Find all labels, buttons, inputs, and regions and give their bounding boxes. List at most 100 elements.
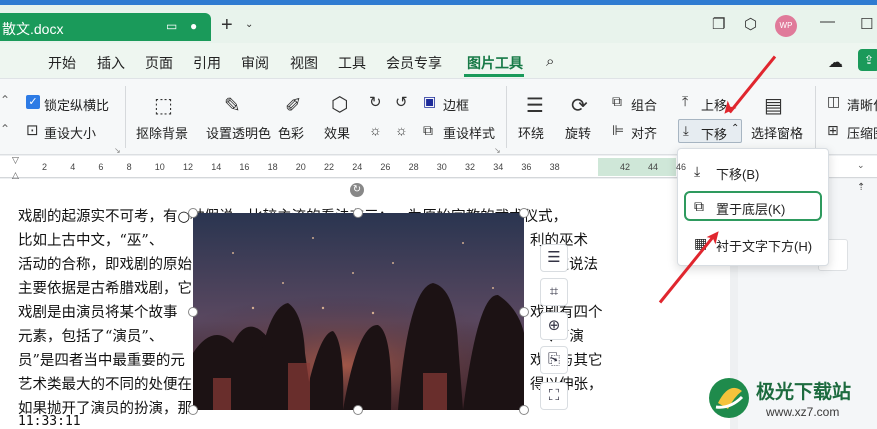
- resize-handle[interactable]: [188, 307, 198, 317]
- ruler-number: 32: [465, 162, 476, 172]
- minimize-icon[interactable]: —: [820, 13, 835, 30]
- expand-icon[interactable]: ↘: [114, 146, 121, 155]
- zoom-in-icon[interactable]: ⊕: [540, 312, 568, 340]
- watermark-emblem-icon: [709, 378, 749, 418]
- separator: [506, 86, 507, 148]
- group-button[interactable]: 组合: [631, 95, 657, 114]
- ruler-number: 8: [126, 162, 132, 172]
- ruler-number: 4: [70, 162, 76, 172]
- resize-handle[interactable]: [353, 208, 363, 218]
- lock-ratio-label: 锁定纵横比: [44, 98, 110, 113]
- ruler-toggle-icon[interactable]: ⌄: [857, 160, 865, 171]
- body-line: 员”是四者当中最重要的元: [18, 353, 185, 369]
- window-switch-icon[interactable]: ❐: [712, 15, 725, 33]
- resize-handle[interactable]: [188, 208, 198, 218]
- set-transparent-button[interactable]: 设置透明色: [206, 123, 271, 142]
- tab-insert[interactable]: 插入: [97, 53, 125, 73]
- timestamp-line: 11:33:11: [18, 414, 81, 429]
- selection-pane-button[interactable]: 选择窗格: [751, 123, 803, 142]
- reset-size-icon[interactable]: ⊡: [26, 121, 39, 139]
- menu-bar: 开始 插入 页面 引用 审阅 视图 工具 会员专享 图片工具 ⌕ ☁ ⇪: [0, 43, 877, 79]
- move-up-icon: ⤒: [682, 93, 689, 109]
- dropdown-item-move-down[interactable]: ⤓ 下移(B): [684, 157, 822, 187]
- rotate-right-icon[interactable]: ↺: [395, 93, 408, 111]
- ruler-number: 44: [648, 162, 659, 172]
- tab-review[interactable]: 审阅: [241, 53, 269, 73]
- wrap-button[interactable]: 环绕: [518, 123, 544, 142]
- sharpen-icon: ◫: [827, 93, 841, 109]
- convert-icon[interactable]: ⎘: [540, 346, 568, 374]
- align-button[interactable]: 对齐: [631, 123, 657, 142]
- color-icon: ✐: [285, 95, 302, 117]
- resize-handle[interactable]: [188, 405, 198, 415]
- tab-view[interactable]: 视图: [290, 53, 318, 73]
- new-tab-icon[interactable]: +: [221, 14, 233, 37]
- document-title: 散文.docx: [2, 21, 64, 37]
- tab-picture-tools[interactable]: 图片工具: [467, 53, 523, 73]
- selection-pane-icon: ▤: [764, 95, 783, 117]
- monitor-icon[interactable]: ▭: [166, 19, 177, 33]
- align-icon: ⊫: [612, 122, 625, 138]
- dropdown-item-label: 置于底层(K): [716, 202, 786, 217]
- resize-handle[interactable]: [353, 405, 363, 415]
- reset-style-button[interactable]: 重设样式: [443, 123, 495, 142]
- tab-reference[interactable]: 引用: [193, 53, 221, 73]
- rotate-left-icon[interactable]: ↻: [369, 93, 382, 111]
- set-transparent-icon: ✎: [224, 95, 241, 117]
- border-button[interactable]: 边框: [443, 95, 469, 114]
- chevron-down-icon[interactable]: ⌄: [245, 19, 253, 30]
- send-to-back-icon: ⧉: [694, 198, 704, 214]
- move-down-dropdown: ⤓ 下移(B) ⧉ 置于底层(K) ▦ 衬于文字下方(H): [677, 148, 829, 266]
- crop-icon[interactable]: ⌗: [540, 278, 568, 306]
- chevron-up-icon: ⌃: [731, 123, 740, 134]
- document-tab[interactable]: 散文.docx ▭ ●: [0, 13, 211, 41]
- tab-page[interactable]: 页面: [145, 53, 173, 73]
- body-line: 戏剧是由演员将某个故事: [18, 305, 178, 321]
- spinner-icon[interactable]: ⌃: [0, 122, 10, 136]
- reset-size-button[interactable]: 重设大小: [44, 123, 96, 142]
- lock-ratio-checkbox[interactable]: ✓: [26, 95, 40, 109]
- sharpen-button[interactable]: 清晰化: [847, 95, 877, 114]
- rotate-button[interactable]: 旋转: [565, 123, 591, 142]
- ruler-number: 6: [98, 162, 104, 172]
- tab-home[interactable]: 开始: [48, 53, 76, 73]
- move-down-button[interactable]: ⤓ 下移 ⌃: [678, 119, 742, 143]
- body-line: 艺术类最大的不同的处便在: [18, 377, 192, 393]
- remove-background-button[interactable]: 抠除背景: [136, 123, 188, 142]
- rotate-handle-icon[interactable]: ↻: [350, 183, 364, 197]
- expand-icon[interactable]: ↘: [494, 146, 501, 155]
- spinner-icon[interactable]: ⌃: [0, 93, 10, 107]
- indent-marker-icon[interactable]: ▽: [12, 155, 19, 166]
- dropdown-item-label: 衬于文字下方(H): [716, 239, 813, 254]
- resize-handle[interactable]: [519, 208, 529, 218]
- effects-icon: ⬡: [331, 94, 349, 116]
- extract-icon[interactable]: ⛶: [540, 382, 568, 410]
- ruler-margin-area: [598, 158, 676, 176]
- ruler-number: 22: [324, 162, 335, 172]
- ruler-number: 46: [676, 162, 687, 172]
- selected-image[interactable]: [193, 213, 524, 410]
- panel-pin-icon[interactable]: ⇡: [857, 182, 865, 193]
- resize-handle[interactable]: [519, 405, 529, 415]
- body-line: 元素，包括了“演员”、: [18, 329, 164, 345]
- search-icon[interactable]: ⌕: [546, 53, 554, 70]
- ruler-number: 12: [183, 162, 194, 172]
- tab-tools[interactable]: 工具: [338, 53, 366, 73]
- compress-button[interactable]: 压缩图: [847, 123, 877, 142]
- layout-options-icon[interactable]: ☰: [540, 244, 568, 272]
- contrast-icon[interactable]: ☼: [395, 122, 408, 138]
- dropdown-item-send-to-back[interactable]: ⧉ 置于底层(K): [684, 191, 822, 221]
- ruler-number: 28: [408, 162, 419, 172]
- share-icon[interactable]: ⇪: [858, 49, 877, 71]
- separator: [815, 86, 816, 148]
- ruler-number: 36: [521, 162, 532, 172]
- avatar[interactable]: WP: [775, 15, 797, 37]
- maximize-icon[interactable]: ☐: [860, 15, 873, 33]
- effects-button[interactable]: 效果: [324, 123, 350, 142]
- cloud-icon[interactable]: ☁: [828, 53, 843, 71]
- cube-icon[interactable]: ⬡: [744, 15, 757, 33]
- tab-member[interactable]: 会员专享: [386, 53, 442, 73]
- brightness-icon[interactable]: ☼: [369, 122, 382, 138]
- resize-handle[interactable]: [519, 307, 529, 317]
- color-button[interactable]: 色彩: [278, 123, 304, 142]
